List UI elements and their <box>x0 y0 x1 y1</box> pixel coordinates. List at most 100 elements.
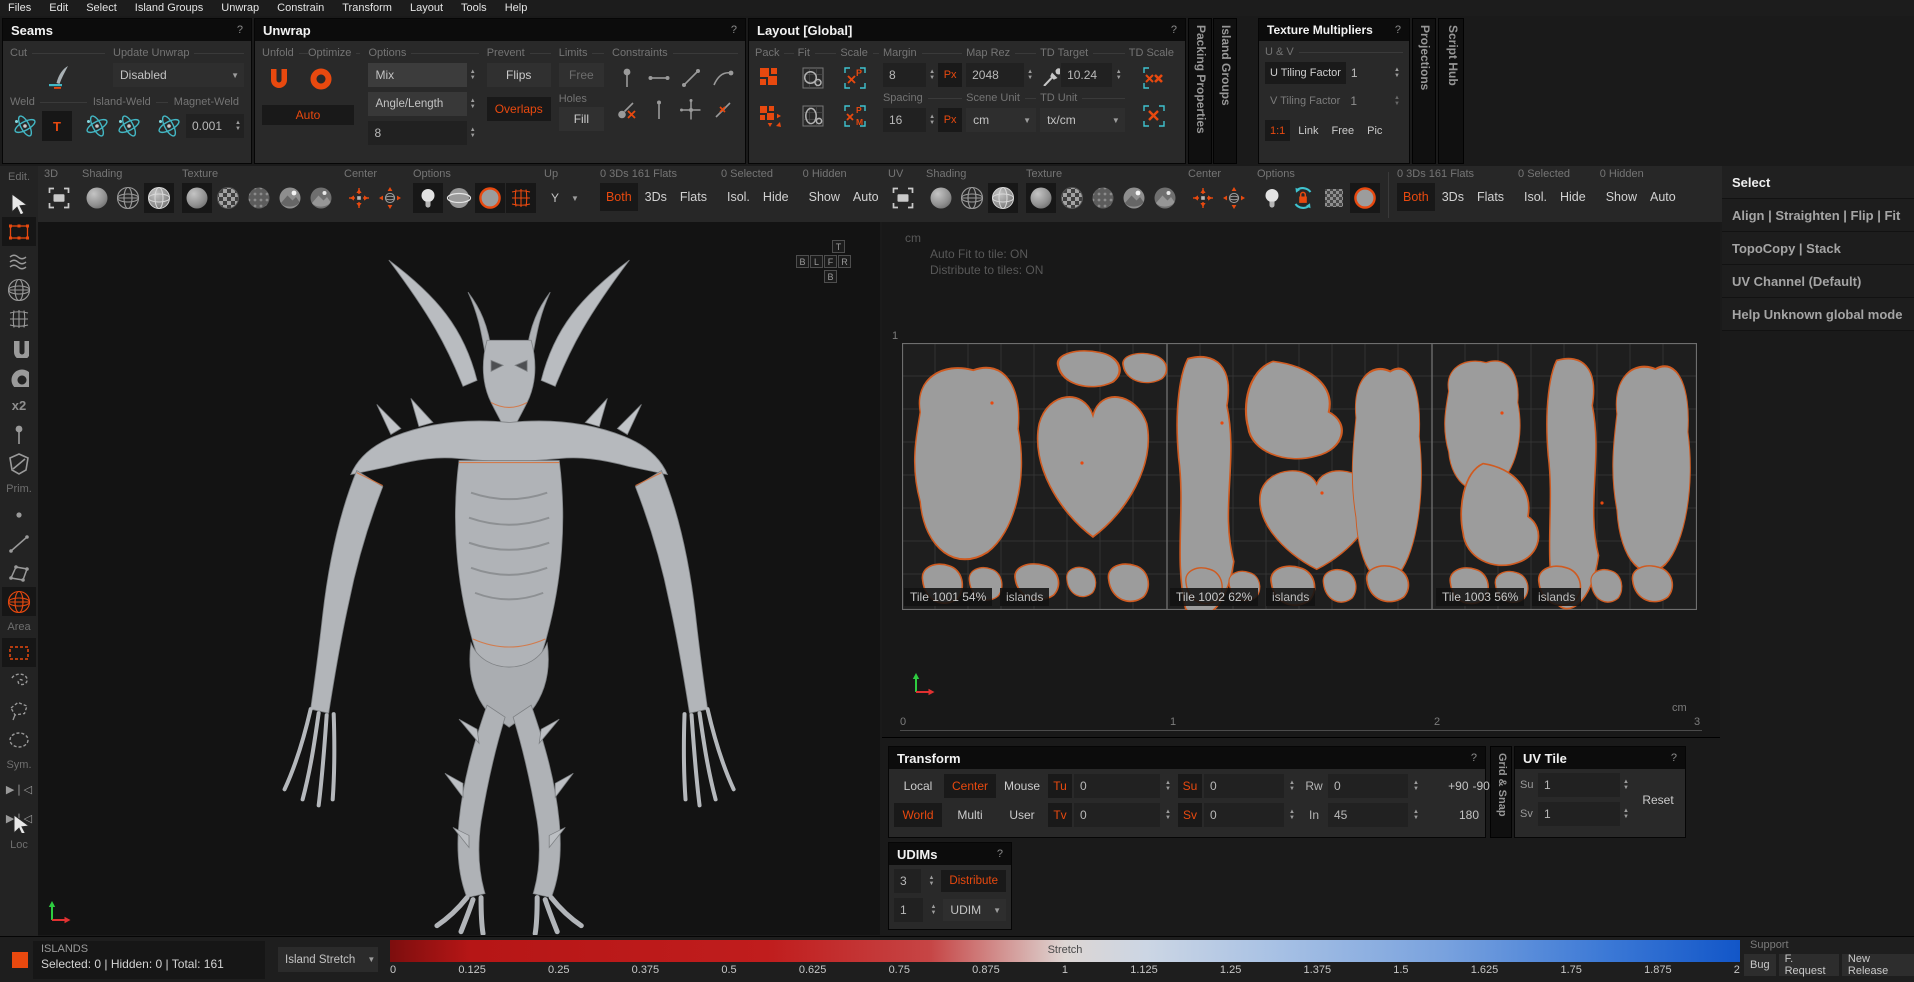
sv-label-button[interactable]: Sv <box>1178 803 1202 827</box>
bug-button[interactable]: Bug <box>1744 954 1776 976</box>
constraint-remove-edge-button[interactable] <box>708 95 738 125</box>
uv-center-selection-button[interactable] <box>1219 183 1249 213</box>
tv-label-button[interactable]: Tv <box>1048 803 1072 827</box>
uv-tile-header[interactable]: UV Tile? <box>1515 747 1685 769</box>
wire-overlay-toggle-button[interactable] <box>506 183 536 213</box>
td-unit-dropdown[interactable]: tx/cm▼ <box>1040 108 1125 132</box>
spin-down-icon[interactable]: ▼ <box>1027 75 1033 81</box>
scene-unit-dropdown[interactable]: cm▼ <box>966 108 1036 132</box>
sv-spinner[interactable]: 0 <box>1204 803 1284 827</box>
rect-edit-tool[interactable] <box>2 217 36 246</box>
feature-request-button[interactable]: F. Request <box>1779 954 1839 976</box>
menu-transform[interactable]: Transform <box>342 2 392 14</box>
unwrap-header[interactable]: Unwrap? <box>255 19 745 41</box>
v-tiling-value[interactable]: 1 <box>1345 94 1391 108</box>
unwrap-help-button[interactable]: ? <box>731 24 737 36</box>
cut-tool-icon[interactable] <box>45 63 71 89</box>
seams-header[interactable]: Seams? <box>3 19 251 41</box>
limits-free-button[interactable]: Free <box>559 63 604 87</box>
tab-packing-properties[interactable]: Packing Properties <box>1188 18 1212 164</box>
spin-down-icon[interactable]: ▼ <box>929 75 935 81</box>
up-axis-dropdown[interactable]: Y▼ <box>544 186 584 210</box>
show-hidden-button[interactable]: Show <box>803 183 846 211</box>
space-local-button[interactable]: Local <box>894 774 942 798</box>
uv-texture-none-button[interactable] <box>1026 183 1056 213</box>
uv-show-flats-button[interactable]: Flats <box>1471 183 1510 211</box>
texmult-header[interactable]: Texture Multipliers? <box>1259 19 1409 41</box>
menu-select[interactable]: Select <box>86 2 117 14</box>
prevent-flips-button[interactable]: Flips <box>487 63 551 87</box>
constraint-cross-button[interactable] <box>676 95 706 125</box>
viewcube-left[interactable]: L <box>810 255 823 268</box>
texture-checker-button[interactable] <box>213 183 243 213</box>
show-flats-button[interactable]: Flats <box>674 183 713 211</box>
select-cursor-tool[interactable] <box>2 188 36 217</box>
point-mode-button[interactable] <box>2 500 36 529</box>
spin-down-icon[interactable]: ▼ <box>470 75 476 81</box>
unwrap-mode-dropdown[interactable]: Mix <box>368 63 466 87</box>
td-scale-all-button[interactable] <box>1139 63 1169 93</box>
grid-toggle-button[interactable] <box>1319 183 1349 213</box>
light-toggle-button[interactable] <box>413 183 443 213</box>
td-scale-sel-button[interactable] <box>1139 101 1169 131</box>
magnet-weld-button[interactable] <box>154 111 184 141</box>
seams-toggle-button[interactable] <box>475 183 505 213</box>
uv-shading-shaded-wire-button[interactable] <box>988 183 1018 213</box>
viewcube-right[interactable]: R <box>838 255 851 268</box>
update-unwrap-dropdown[interactable]: Disabled▼ <box>113 63 244 87</box>
fit-button[interactable] <box>798 63 828 93</box>
texture-image-button[interactable] <box>275 183 305 213</box>
uv-auto-show-button[interactable]: Auto <box>1644 183 1682 211</box>
spin-down-icon[interactable]: ▼ <box>1289 786 1297 792</box>
constraint-remove-pin-button[interactable] <box>612 95 642 125</box>
uv-show-3ds-button[interactable]: 3Ds <box>1436 183 1470 211</box>
seams-help-button[interactable]: ? <box>237 24 243 36</box>
uv-center-view-button[interactable] <box>1188 183 1218 213</box>
link-button[interactable]: Link <box>1293 120 1323 141</box>
u-tiling-value[interactable]: 1 <box>1346 66 1391 80</box>
tv-spinner[interactable]: 0 <box>1074 803 1160 827</box>
ellipse-select-tool[interactable] <box>2 725 36 754</box>
constraint-horizontal-button[interactable] <box>644 63 674 93</box>
island-weld-button-a[interactable] <box>82 111 112 141</box>
spin-down-icon[interactable]: ▼ <box>1623 814 1629 820</box>
spin-down-icon[interactable]: ▼ <box>1413 786 1421 792</box>
spin-down-icon[interactable]: ▼ <box>470 104 476 110</box>
spin-down-icon[interactable]: ▼ <box>1394 101 1400 107</box>
texture-image-alt-button[interactable] <box>306 183 336 213</box>
transform-help-button[interactable]: ? <box>1471 752 1477 764</box>
su-label-button[interactable]: Su <box>1178 774 1202 798</box>
texmult-help-button[interactable]: ? <box>1395 24 1401 36</box>
unwrap-metric-dropdown[interactable]: Angle/Length <box>368 92 466 116</box>
viewcube-top[interactable]: T <box>832 240 845 253</box>
constraint-diagonal-button[interactable] <box>676 63 706 93</box>
udim-count-spinner[interactable]: 3 <box>894 869 921 893</box>
unfold-button[interactable] <box>266 66 296 96</box>
pivot-center-button[interactable]: Center <box>944 774 996 798</box>
uv-texture-image-button[interactable] <box>1119 183 1149 213</box>
uv-texture-checker-button[interactable] <box>1057 183 1087 213</box>
poly-lasso-select-tool[interactable] <box>2 696 36 725</box>
backface-toggle-button[interactable] <box>444 183 474 213</box>
uv-isolate-button[interactable]: Isol. <box>1518 183 1553 211</box>
marquee-select-tool[interactable] <box>2 638 36 667</box>
scale-pm-button[interactable] <box>840 101 870 131</box>
pivot-user-button[interactable]: User <box>998 803 1046 827</box>
viewport-3d[interactable]: T B L F R B <box>38 222 880 935</box>
viewport-uv[interactable]: cm Auto Fit to tile: ON Distribute to ti… <box>882 222 1720 738</box>
center-selection-button[interactable] <box>375 183 405 213</box>
td-target-spinner[interactable]: 10.24 <box>1061 63 1112 87</box>
menu-unwrap[interactable]: Unwrap <box>221 2 259 14</box>
su-spinner[interactable]: 0 <box>1204 774 1284 798</box>
lock-rotation-button[interactable] <box>1288 183 1318 213</box>
menu-island-groups[interactable]: Island Groups <box>135 2 203 14</box>
menu-layout[interactable]: Layout <box>410 2 443 14</box>
spin-down-icon[interactable]: ▼ <box>470 133 476 139</box>
rotate-plus90-button[interactable]: +90 <box>1448 779 1468 793</box>
texture-grid-button[interactable] <box>244 183 274 213</box>
margin-spinner[interactable]: 8 <box>883 63 926 87</box>
ratio-one-to-one-button[interactable]: 1:1 <box>1265 120 1290 141</box>
uv-texture-image-alt-button[interactable] <box>1150 183 1180 213</box>
uv-light-toggle-button[interactable] <box>1257 183 1287 213</box>
layout-help-button[interactable]: ? <box>1171 24 1177 36</box>
